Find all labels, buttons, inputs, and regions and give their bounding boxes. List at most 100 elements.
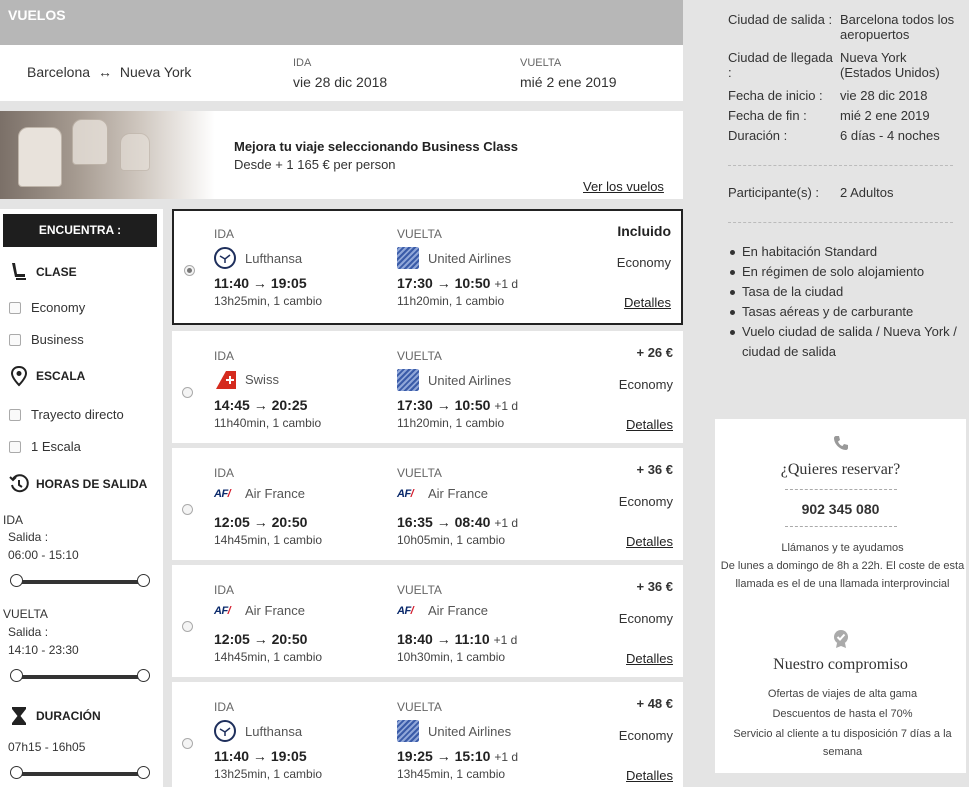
cabin-class: Economy (618, 728, 673, 743)
class-economy-checkbox[interactable]: Economy (9, 300, 85, 315)
flight-option-card[interactable]: IDA Swiss 14:45 → 20:25 11h40min, 1 cambio V… (172, 331, 683, 443)
airfrance-logo-icon: AF/ (214, 487, 231, 500)
outbound-times: 12:05 → 20:50 (214, 631, 308, 647)
flight-select-radio[interactable] (182, 387, 193, 398)
seat-icon (12, 263, 26, 280)
outbound-time-slider[interactable] (10, 574, 150, 587)
duration-slider[interactable] (10, 766, 150, 779)
cabin-class: Economy (618, 611, 673, 626)
outbound-label: IDA (293, 57, 312, 69)
flight-option-card[interactable]: IDA Lufthansa 11:40 → 19:05 13h25min, 1 cam… (172, 682, 683, 787)
commitment-line: Servicio al cliente a tu disposición 7 d… (733, 728, 952, 758)
list-item: En habitación Standard (728, 242, 960, 262)
swiss-tail-icon (214, 369, 236, 389)
outbound-date: vie 28 dic 2018 (293, 74, 388, 90)
details-link[interactable]: Detalles (626, 768, 673, 783)
list-item: Tasa de la ciudad (728, 282, 960, 302)
inbound-time-slider[interactable] (10, 669, 150, 682)
participants-row: Participante(s) :2 Adultos (728, 185, 894, 200)
outbound-leg-label: IDA (214, 700, 235, 714)
details-link[interactable]: Detalles (624, 295, 671, 310)
inbound-airline: United Airlines (397, 369, 511, 391)
outbound-time-range: 06:00 - 15:10 (8, 548, 79, 562)
united-globe-icon (397, 369, 419, 391)
outbound-times: 12:05 → 20:50 (214, 514, 308, 530)
inbound-duration: 11h20min, 1 cambio (397, 416, 505, 430)
filter-heading: ENCUENTRA : (3, 214, 157, 247)
hourglass-icon (12, 707, 26, 725)
inbound-duration: 10h05min, 1 cambio (397, 533, 506, 547)
cabin-class: Economy (618, 494, 673, 509)
next-day-badge: +1 d (494, 399, 519, 413)
flight-option-card[interactable]: IDA AF/Air France 12:05 → 20:50 14h45min, 1… (172, 448, 683, 560)
outbound-departure-label: Salida : (8, 530, 49, 544)
round-trip-icon: ↔ (97, 64, 112, 80)
inbound-duration: 10h30min, 1 cambio (397, 650, 506, 664)
business-cabin-image (0, 111, 215, 199)
call-us-text: Llámanos y te ayudamos (781, 542, 904, 554)
inbound-airline: AF/Air France (397, 486, 488, 501)
details-link[interactable]: Detalles (626, 534, 673, 549)
divider (728, 165, 953, 166)
airfrance-logo-icon: AF/ (397, 604, 414, 617)
summary-row: Ciudad de llegada : Nueva York (Estados U… (728, 50, 940, 80)
business-class-promo: Mejora tu viaje seleccionando Business C… (0, 111, 683, 199)
duration-filter-title: DURACIÓN (8, 705, 101, 727)
slider-handle-max[interactable] (137, 574, 150, 587)
slider-handle-min[interactable] (10, 766, 23, 779)
included-list: En habitación Standard En régimen de sol… (728, 242, 960, 362)
slider-handle-max[interactable] (137, 766, 150, 779)
inbound-leg-label: VUELTA (397, 700, 442, 714)
slider-handle-max[interactable] (137, 669, 150, 682)
route-cities: Barcelona ↔ Nueva York (27, 64, 191, 80)
inbound-leg-label: VUELTA (397, 466, 442, 480)
flight-select-radio[interactable] (182, 504, 193, 515)
phone-number[interactable]: 902 345 080 (715, 501, 966, 517)
badge-icon (715, 629, 966, 649)
direct-flight-checkbox[interactable]: Trayecto directo (9, 407, 124, 422)
inbound-leg-label: VUELTA (397, 349, 442, 363)
outbound-airline: AF/Air France (214, 603, 305, 618)
outbound-airline: Lufthansa (214, 720, 302, 742)
reserve-title: ¿Quieres reservar? (780, 461, 901, 478)
duration-range: 07h15 - 16h05 (8, 740, 86, 754)
inbound-time-range: 14:10 - 23:30 (8, 643, 79, 657)
class-filter-title: CLASE (8, 261, 77, 283)
list-item: Tasas aéreas y de carburante (728, 302, 960, 322)
flight-option-card[interactable]: IDA AF/Air France 12:05 → 20:50 14h45min, 1… (172, 565, 683, 677)
united-globe-icon (397, 720, 419, 742)
list-item: En régimen de solo alojamiento (728, 262, 960, 282)
inbound-duration: 13h45min, 1 cambio (397, 767, 506, 781)
inbound-duration: 11h20min, 1 cambio (397, 294, 505, 308)
contact-box: ¿Quieres reservar? 902 345 080 Llámanos … (713, 417, 968, 775)
location-pin-icon (10, 365, 28, 387)
next-day-badge: +1 d (494, 750, 519, 764)
inbound-times: 17:30 → 10:50 +1 d (397, 397, 519, 413)
details-link[interactable]: Detalles (626, 417, 673, 432)
price-difference: + 36 € (636, 579, 673, 594)
slider-handle-min[interactable] (10, 574, 23, 587)
divider (728, 222, 953, 223)
commitment-title: Nuestro compromiso (773, 656, 908, 673)
inbound-departure-label: Salida : (8, 625, 49, 639)
flight-select-radio[interactable] (182, 621, 193, 632)
see-flights-link[interactable]: Ver los vuelos (583, 179, 664, 194)
promo-title: Mejora tu viaje seleccionando Business C… (234, 139, 518, 154)
inbound-airline: AF/Air France (397, 603, 488, 618)
flight-select-radio[interactable] (182, 738, 193, 749)
airfrance-logo-icon: AF/ (397, 487, 414, 500)
slider-handle-min[interactable] (10, 669, 23, 682)
phone-icon (715, 434, 966, 452)
divider (785, 489, 897, 490)
details-link[interactable]: Detalles (626, 651, 673, 666)
price-difference: + 36 € (636, 462, 673, 477)
price-difference: + 26 € (636, 345, 673, 360)
outbound-leg-label: IDA (214, 349, 235, 363)
class-business-checkbox[interactable]: Business (9, 332, 84, 347)
flight-select-radio[interactable] (184, 265, 195, 276)
one-stop-checkbox[interactable]: 1 Escala (9, 439, 81, 454)
departure-times-title: HORAS DE SALIDA (8, 473, 147, 495)
flight-option-card[interactable]: IDA Lufthansa 11:40 → 19:05 13h25min, 1 cam… (172, 209, 683, 325)
destination-city: Nueva York (119, 64, 192, 80)
price-difference: Incluido (617, 223, 671, 239)
